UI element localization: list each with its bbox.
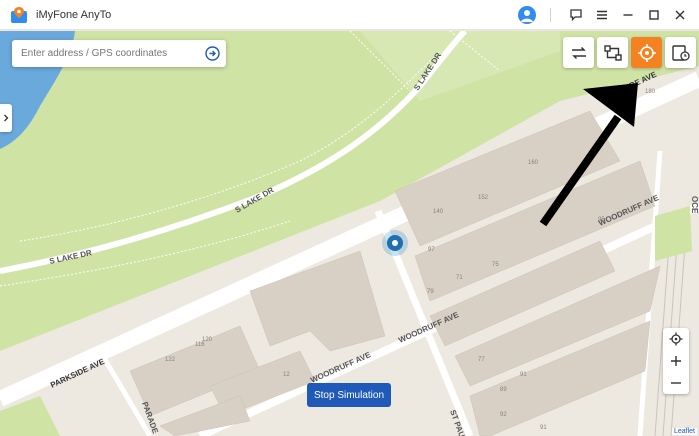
menu-icon[interactable]: [591, 4, 613, 26]
multi-spot-mode-button[interactable]: [597, 37, 628, 68]
house-number: 116: [195, 342, 205, 348]
house-number: 160: [528, 160, 539, 166]
crosshair-icon: [637, 43, 656, 62]
mode-toolbar: [563, 37, 699, 69]
house-number: 92: [500, 412, 507, 418]
house-number: 152: [478, 195, 489, 201]
house-number: 91: [520, 372, 527, 378]
sidebar-toggle-button[interactable]: [0, 104, 12, 132]
multi-spot-icon: [603, 44, 622, 61]
locate-icon: [669, 332, 683, 346]
close-icon[interactable]: [669, 4, 691, 26]
history-button[interactable]: [665, 37, 696, 68]
house-number: 122: [165, 357, 176, 363]
search-input[interactable]: [21, 48, 201, 59]
house-number: 97: [428, 247, 435, 253]
house-number: 75: [492, 262, 499, 268]
stop-simulation-button[interactable]: Stop Simulation: [307, 383, 391, 407]
minus-icon: [671, 382, 681, 384]
map-canvas[interactable]: S LAKE DR S LAKE DR S LAKE DR PARKSIDE A…: [0, 31, 699, 436]
zoom-in-button[interactable]: [663, 350, 689, 372]
search-go-icon[interactable]: [205, 46, 220, 61]
locate-me-button[interactable]: [663, 328, 689, 350]
app-logo-icon: [10, 6, 28, 24]
maximize-icon[interactable]: [643, 4, 665, 26]
house-number: 140: [433, 209, 444, 215]
house-number: 180: [645, 89, 656, 95]
chevron-right-icon: [4, 114, 9, 122]
feedback-icon[interactable]: [565, 4, 587, 26]
street-label-ocean: OCE: [690, 196, 699, 214]
search-box: [12, 40, 226, 67]
zoom-control: [663, 328, 689, 394]
plus-icon: [671, 356, 681, 366]
current-location-marker: [382, 230, 408, 256]
leaflet-attribution-link[interactable]: Leaflet: [671, 428, 697, 435]
house-number: 95: [598, 217, 605, 223]
teleport-mode-button[interactable]: [631, 37, 662, 68]
minimize-icon[interactable]: [617, 4, 639, 26]
user-avatar-icon[interactable]: [518, 6, 536, 24]
house-number: 71: [456, 275, 463, 281]
house-number: 91: [540, 425, 547, 431]
two-spot-mode-button[interactable]: [563, 37, 594, 68]
house-number: 79: [427, 289, 434, 295]
two-spot-icon: [571, 46, 586, 59]
house-number: 12: [283, 372, 290, 378]
app-title: iMyFone AnyTo: [36, 8, 112, 21]
house-number: 89: [500, 387, 507, 393]
title-bar: iMyFone AnyTo: [0, 0, 699, 30]
zoom-out-button[interactable]: [663, 372, 689, 394]
house-number: 77: [478, 357, 485, 363]
map-view[interactable]: S LAKE DR S LAKE DR S LAKE DR PARKSIDE A…: [0, 31, 699, 436]
title-separator: [550, 8, 551, 22]
history-icon: [671, 44, 690, 61]
